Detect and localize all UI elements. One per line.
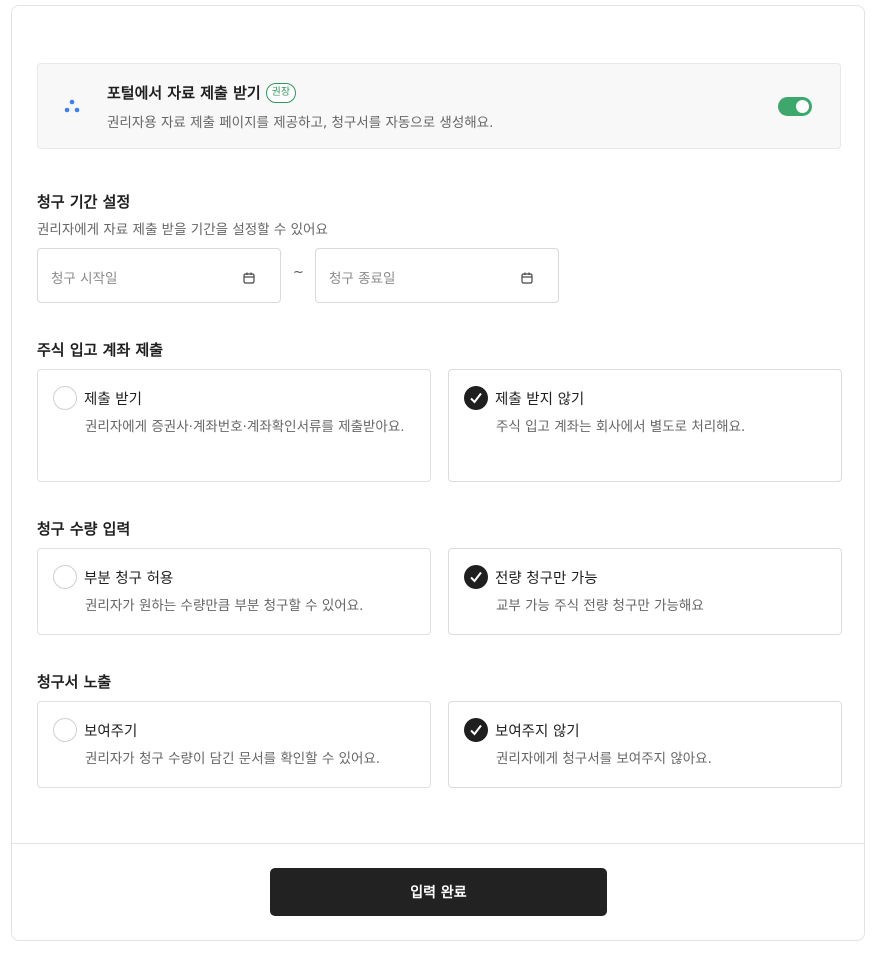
date-range-separator: ~ <box>293 265 304 280</box>
check-selected-icon[interactable] <box>464 718 488 742</box>
option-description: 권리자에게 청구서를 보여주지 않아요. <box>496 751 712 767</box>
exposure-option-hide[interactable]: 보여주지 않기 권리자에게 청구서를 보여주지 않아요. <box>448 701 842 788</box>
portal-logo-icon <box>60 95 84 119</box>
option-label: 부분 청구 허용 <box>84 571 174 587</box>
calendar-icon[interactable] <box>521 269 533 284</box>
option-label: 보여주기 <box>84 724 138 740</box>
option-label: 보여주지 않기 <box>495 724 580 740</box>
portal-banner: 포털에서 자료 제출 받기 권장 권리자용 자료 제출 페이지를 제공하고, 청… <box>37 63 841 149</box>
account-option-no-submit[interactable]: 제출 받지 않기 주식 입고 계좌는 회사에서 별도로 처리해요. <box>448 369 842 482</box>
account-title: 주식 입고 계좌 제출 <box>37 341 164 359</box>
option-description: 주식 입고 계좌는 회사에서 별도로 처리해요. <box>496 419 746 435</box>
calendar-icon[interactable] <box>243 269 255 284</box>
option-description: 권리자가 청구 수량이 담긴 문서를 확인할 수 있어요. <box>85 751 381 767</box>
end-date-input[interactable]: 청구 종료일 <box>315 248 559 303</box>
start-date-placeholder: 청구 시작일 <box>51 271 118 287</box>
option-description: 권리자가 원하는 수량만큼 부분 청구할 수 있어요. <box>85 598 364 614</box>
portal-description: 권리자용 자료 제출 페이지를 제공하고, 청구서를 자동으로 생성해요. <box>107 115 494 131</box>
period-title: 청구 기간 설정 <box>37 193 131 211</box>
option-description: 교부 가능 주식 전량 청구만 가능해요 <box>496 598 704 614</box>
quantity-option-full[interactable]: 전량 청구만 가능 교부 가능 주식 전량 청구만 가능해요 <box>448 548 842 635</box>
option-label: 전량 청구만 가능 <box>495 571 598 587</box>
portal-toggle[interactable] <box>778 97 812 116</box>
submit-button[interactable]: 입력 완료 <box>270 868 607 916</box>
quantity-option-partial[interactable]: 부분 청구 허용 권리자가 원하는 수량만큼 부분 청구할 수 있어요. <box>37 548 431 635</box>
toggle-knob <box>796 100 809 113</box>
radio-unselected[interactable] <box>53 386 77 410</box>
recommended-badge: 권장 <box>265 82 297 103</box>
settings-card: 포털에서 자료 제출 받기 권장 권리자용 자료 제출 페이지를 제공하고, 청… <box>11 5 865 941</box>
exposure-option-show[interactable]: 보여주기 권리자가 청구 수량이 담긴 문서를 확인할 수 있어요. <box>37 701 431 788</box>
end-date-placeholder: 청구 종료일 <box>329 271 396 287</box>
option-label: 제출 받지 않기 <box>495 392 585 408</box>
quantity-title: 청구 수량 입력 <box>37 520 131 538</box>
exposure-title: 청구서 노출 <box>37 673 112 691</box>
radio-unselected[interactable] <box>53 565 77 589</box>
account-option-submit[interactable]: 제출 받기 권리자에게 증권사·계좌번호·계좌확인서류를 제출받아요. <box>37 369 431 482</box>
portal-title-text: 포털에서 자료 제출 받기 <box>107 84 261 102</box>
option-description: 권리자에게 증권사·계좌번호·계좌확인서류를 제출받아요. <box>85 419 405 435</box>
period-description: 권리자에게 자료 제출 받을 기간을 설정할 수 있어요 <box>37 222 328 238</box>
footer-divider <box>12 843 864 844</box>
portal-title: 포털에서 자료 제출 받기 권장 <box>107 82 297 103</box>
radio-unselected[interactable] <box>53 718 77 742</box>
option-label: 제출 받기 <box>84 392 142 408</box>
check-selected-icon[interactable] <box>464 565 488 589</box>
start-date-input[interactable]: 청구 시작일 <box>37 248 281 303</box>
check-selected-icon[interactable] <box>464 386 488 410</box>
